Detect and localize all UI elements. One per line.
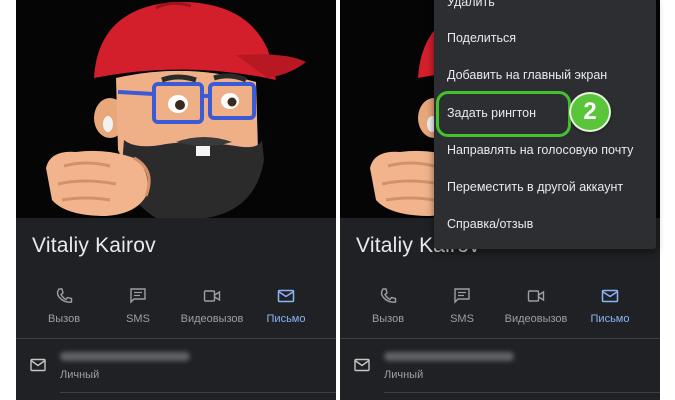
divider [16,338,336,339]
sms-button[interactable]: SMS [430,288,494,328]
contact-screen-left: Vitaliy Kairov Вызов SMS Видеовызов Пись… [16,0,336,400]
call-label: Вызов [371,313,405,325]
highlight-frame [436,91,571,137]
menu-item-route-to-voicemail[interactable]: Направлять на голосовую почту [434,132,656,169]
video-call-label: Видеовызов [504,313,568,325]
menu-item-move-to-another-account[interactable]: Переместить в другой аккаунт [434,169,656,206]
divider [384,392,660,393]
menu-item-help-feedback[interactable]: Справка/отзыв [434,206,656,243]
mail-icon [601,289,619,303]
menu-item-share[interactable]: Поделиться [434,20,656,57]
video-call-button[interactable]: Видеовызов [180,288,244,328]
sms-label: SMS [450,313,474,325]
video-icon [203,290,221,302]
contact-name: Vitaliy Kairov [32,234,156,257]
email-button[interactable]: Письмо [578,288,642,328]
phone-icon [380,288,397,303]
phone-icon [56,288,73,303]
mail-icon [277,289,295,303]
video-icon [527,290,545,302]
video-call-button[interactable]: Видеовызов [504,288,568,328]
email-label: Письмо [590,313,630,325]
email-row[interactable]: Личный [340,340,660,400]
memoji-avatar-image [46,1,306,218]
divider [60,392,336,393]
mail-icon [30,358,46,372]
email-row[interactable]: Личный [16,340,336,400]
call-label: Вызов [47,313,81,325]
call-button[interactable]: Вызов [32,288,96,328]
call-button[interactable]: Вызов [356,288,420,328]
sms-icon [454,288,470,304]
email-type-label: Личный [384,369,424,381]
sms-icon [130,288,146,304]
email-address-blurred [384,352,514,361]
divider [340,338,660,339]
sms-label: SMS [126,313,150,325]
menu-item-delete[interactable]: Удалить [434,0,656,21]
step-number-badge: 2 [569,92,611,132]
email-label: Письмо [266,313,306,325]
quick-actions-bar: Вызов SMS Видеовызов Письмо [16,288,336,328]
email-address-blurred [60,352,190,361]
email-button[interactable]: Письмо [254,288,318,328]
email-type-label: Личный [60,369,100,381]
mail-icon [354,358,370,372]
contact-photo [16,0,336,218]
menu-item-add-to-home-screen[interactable]: Добавить на главный экран [434,57,656,94]
video-call-label: Видеовызов [180,313,244,325]
sms-button[interactable]: SMS [106,288,170,328]
quick-actions-bar: Вызов SMS Видеовызов Письмо [340,288,660,328]
